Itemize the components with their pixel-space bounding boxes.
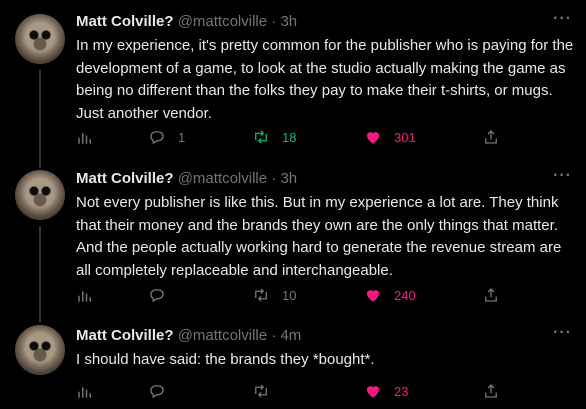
analytics-button[interactable] [76, 381, 94, 401]
analytics-icon [78, 291, 91, 302]
retweet-icon [255, 384, 267, 398]
share-button[interactable] [482, 127, 500, 147]
author-name[interactable]: Matt Colville? [76, 13, 174, 30]
like-button[interactable]: 240 [364, 285, 416, 305]
more-icon[interactable]: ··· [553, 167, 572, 185]
analytics-icon [78, 387, 91, 398]
share-icon [485, 130, 497, 144]
thread-line [39, 70, 41, 168]
like-count: 240 [394, 287, 416, 303]
like-button[interactable]: 301 [364, 127, 416, 147]
author-name[interactable]: Matt Colville? [76, 170, 174, 187]
reply-button[interactable] [148, 285, 178, 305]
like-button[interactable]: 23 [364, 381, 408, 401]
tweet-text: I should have said: the brands they *bou… [76, 351, 375, 368]
analytics-button[interactable] [76, 127, 94, 147]
retweet-button[interactable]: 10 [252, 285, 296, 305]
heart-icon [367, 386, 379, 398]
reply-icon [150, 289, 164, 303]
retweet-count: 10 [282, 287, 297, 303]
share-icon [485, 384, 497, 398]
retweet-icon [255, 130, 267, 144]
retweet-icon [255, 288, 267, 302]
tweet-header: Matt Colville? @mattcolville · 3h [76, 169, 297, 189]
timestamp[interactable]: 3h [280, 170, 297, 187]
tweet-header: Matt Colville? @mattcolville · 4m [76, 326, 301, 346]
author-handle[interactable]: @mattcolville [178, 170, 267, 187]
tweet-header: Matt Colville? @mattcolville · 3h [76, 12, 297, 32]
share-icon [485, 288, 497, 302]
analytics-icon [78, 133, 91, 144]
tweet-actions: 23 [76, 381, 516, 401]
heart-icon [367, 290, 379, 302]
author-name[interactable]: Matt Colville? [76, 327, 174, 344]
more-icon[interactable]: ··· [553, 324, 572, 342]
retweet-count: 18 [282, 129, 297, 145]
reply-icon [150, 385, 164, 399]
timestamp[interactable]: 4m [280, 327, 301, 344]
like-count: 23 [394, 383, 409, 399]
share-button[interactable] [482, 381, 500, 401]
more-icon[interactable]: ··· [553, 10, 572, 28]
tweet-actions: 1 18 301 [76, 127, 516, 147]
avatar[interactable] [15, 14, 65, 64]
share-button[interactable] [482, 285, 500, 305]
reply-count: 1 [178, 129, 186, 145]
thread-line [39, 226, 41, 322]
reply-button[interactable] [148, 381, 178, 401]
retweet-button[interactable] [252, 381, 282, 401]
analytics-button[interactable] [76, 285, 94, 305]
tweet-text: In my experience, it's pretty common for… [76, 37, 574, 122]
author-handle[interactable]: @mattcolville [178, 327, 267, 344]
tweet-actions: 10 240 [76, 285, 516, 305]
separator-dot: · [271, 13, 277, 30]
author-handle[interactable]: @mattcolville [178, 13, 267, 30]
reply-icon [150, 131, 164, 145]
avatar[interactable] [15, 170, 65, 220]
like-count: 301 [394, 129, 416, 145]
timestamp[interactable]: 3h [280, 13, 297, 30]
reply-button[interactable]: 1 [148, 127, 185, 147]
tweet-text: Not every publisher is like this. But in… [76, 194, 562, 279]
heart-icon [367, 132, 379, 144]
avatar[interactable] [15, 325, 65, 375]
separator-dot: · [271, 170, 277, 187]
retweet-button[interactable]: 18 [252, 127, 296, 147]
separator-dot: · [271, 327, 277, 344]
